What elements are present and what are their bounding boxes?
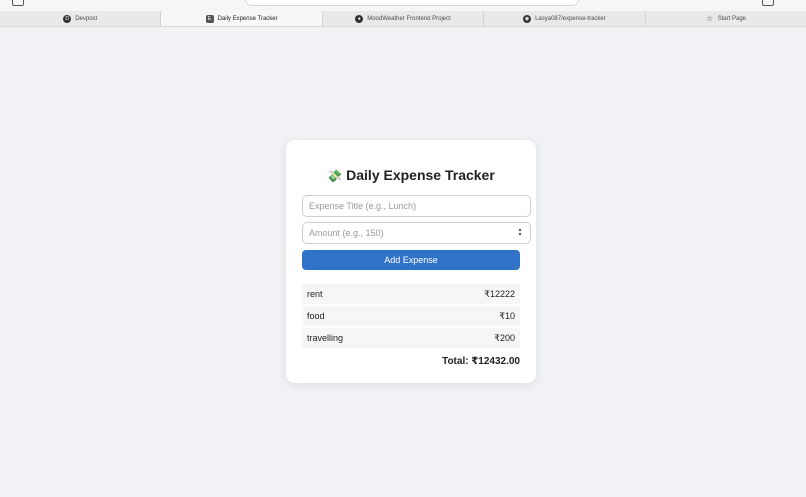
- expense-name: rent: [307, 289, 323, 299]
- tab-github[interactable]: ◉ Lasya087/expense-tracker: [484, 11, 646, 26]
- list-item: travelling ₹200: [302, 328, 520, 348]
- add-expense-button[interactable]: Add Expense: [302, 250, 520, 270]
- expense-amount: ₹12222: [484, 288, 515, 299]
- tab-label: Devpost: [75, 15, 98, 22]
- github-icon: ◉: [523, 14, 532, 23]
- tab-label: MoodWeather Frontend Project: [367, 15, 451, 22]
- amount-input[interactable]: [302, 222, 531, 244]
- star-icon: ☆: [706, 13, 714, 23]
- expense-amount: ₹10: [499, 310, 515, 321]
- page-icon: E: [205, 14, 214, 23]
- tab-bar: D Devpost E Daily Expense Tracker ● Mood…: [0, 11, 806, 27]
- devpost-icon: D: [63, 14, 72, 23]
- list-item: rent ₹12222: [302, 284, 520, 304]
- list-item: food ₹10: [302, 306, 520, 326]
- tab-devpost[interactable]: D Devpost: [0, 11, 162, 26]
- tab-moodweather[interactable]: ● MoodWeather Frontend Project: [323, 11, 485, 26]
- expense-amount: ₹200: [494, 332, 515, 343]
- expense-tracker-card: 💸Daily Expense Tracker ▴▾ Add Expense re…: [286, 140, 536, 383]
- money-icon: 💸: [327, 169, 343, 183]
- share-icon[interactable]: [762, 0, 774, 6]
- expense-name: food: [307, 311, 325, 321]
- sidebar-icon[interactable]: [12, 0, 24, 6]
- tab-start-page[interactable]: ☆ Start Page: [646, 11, 806, 26]
- expense-name: travelling: [307, 333, 344, 343]
- expense-list: rent ₹12222 food ₹10 travelling ₹200: [302, 284, 520, 350]
- tab-label: Start Page: [717, 15, 746, 22]
- tab-label: Lasya087/expense-tracker: [535, 15, 606, 22]
- browser-toolbar: [0, 0, 806, 11]
- address-bar[interactable]: [245, 0, 579, 6]
- page-title-text: Daily Expense Tracker: [346, 167, 495, 183]
- globe-icon: ●: [355, 14, 364, 23]
- tab-daily-expense-tracker[interactable]: E Daily Expense Tracker: [161, 11, 323, 26]
- page-title: 💸 Daily Expense Tracker: [286, 167, 536, 183]
- expense-title-input[interactable]: [302, 195, 531, 217]
- amount-stepper-icon[interactable]: ▴ ▾: [516, 227, 524, 238]
- total-amount: Total: ₹12432.00: [442, 356, 520, 367]
- tab-label: Daily Expense Tracker: [217, 15, 278, 22]
